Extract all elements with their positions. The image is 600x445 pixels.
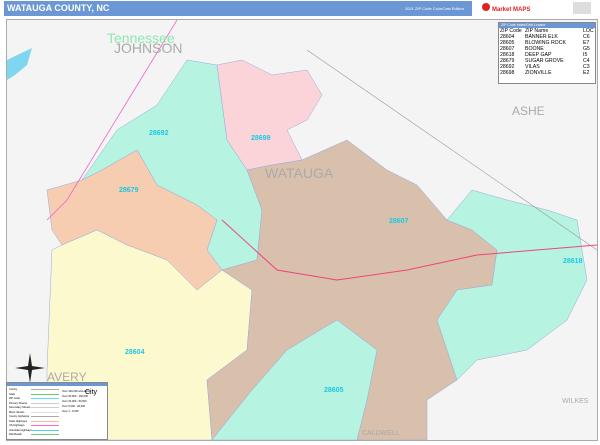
edition-label: 2021 ZIP Code ColorCast Edition [404, 6, 464, 11]
zip-index-table: ZIP Code Index/Grid Locator ZIP Code ZIP … [498, 22, 596, 84]
zip-index-cell: ZIONVILLE [525, 70, 552, 76]
legend-line-swatch [31, 425, 59, 426]
legend-item: State Highways [9, 419, 59, 423]
zip-label: 28679 [119, 187, 139, 194]
svg-text:Market MAPS: Market MAPS [492, 7, 530, 13]
legend-item: ZIP Code [9, 397, 59, 400]
header-bar: WATAUGA COUNTY, NC 2021 ZIP Code ColorCa… [4, 1, 472, 16]
legend-line-swatch [31, 402, 59, 404]
legend-population-class: Over 1 - 5,000 [62, 410, 79, 413]
legend-item-label: US Highways [9, 424, 25, 427]
zip-label: 28607 [389, 218, 409, 225]
zip-label: 28605 [324, 387, 344, 394]
zip-label: 28604 [125, 349, 145, 356]
legend-line-swatch [31, 420, 59, 422]
legend-item: Primary Streets [9, 401, 59, 405]
zip-label: 28698 [251, 135, 271, 142]
legend-item: Minor Streets [9, 410, 59, 414]
county-label-caldwell: CALDWELL [362, 430, 400, 437]
legend-line-swatch [31, 434, 59, 435]
legend-item-label: ZIP Code [9, 397, 20, 400]
county-label-watauga: WATAUGA [265, 165, 334, 181]
legend-item: US Highways [9, 424, 59, 427]
zip-index-cell: 28698 [500, 70, 515, 76]
zip-index-row: 28698 ZIONVILLE E2 [499, 70, 595, 76]
legend-item-label: Minor Streets [9, 410, 25, 414]
legend-item-label: Primary Streets [9, 401, 27, 405]
legend-item-label: State [9, 392, 16, 396]
legend-item-label: State Highways [9, 419, 28, 423]
legend-line-swatch [31, 429, 59, 431]
legend-item-label: County [9, 388, 18, 391]
zip-label: 28618 [563, 258, 583, 265]
map-legend: County State ZIP Code Primary Streets Second… [6, 382, 108, 440]
zip-index-cell: E2 [583, 70, 590, 76]
map-title: WATAUGA COUNTY, NC [7, 3, 110, 13]
legend-line-swatch [31, 398, 59, 399]
compass-rose-icon [15, 353, 45, 383]
legend-item: County Highways [9, 415, 59, 418]
legend-item: Rail Roads [9, 433, 59, 436]
county-label-ashe: ASHE [512, 104, 545, 118]
legend-line-swatch [31, 393, 59, 395]
county-label-wilkes: WILKES [562, 398, 589, 405]
legend-line-swatch [31, 407, 59, 408]
legend-population-class: Over 5,000 - 20,000 [62, 405, 86, 408]
legend-line-swatch [31, 389, 59, 390]
legend-item: Interstate Highways [9, 428, 59, 432]
legend-item-label: Secondary Streets [9, 406, 31, 409]
legend-item-label: County Highways [9, 415, 30, 418]
publisher-logo: Market MAPS [478, 1, 593, 16]
lake [7, 48, 32, 80]
legend-line-swatch [31, 411, 59, 413]
zip-label: 28692 [149, 130, 169, 137]
legend-item: County [9, 388, 59, 391]
county-label-johnson: JOHNSON [114, 40, 183, 56]
legend-line-swatch [31, 416, 59, 417]
legend-population-class: Over 20,000 - 50,000 [62, 400, 87, 403]
legend-item-label: Rail Roads [9, 433, 22, 436]
legend-item: State [9, 392, 59, 396]
legend-item-label: Interstate Highways [9, 428, 32, 432]
city-glyph: City [85, 389, 98, 396]
legend-item: Secondary Streets [9, 406, 59, 409]
